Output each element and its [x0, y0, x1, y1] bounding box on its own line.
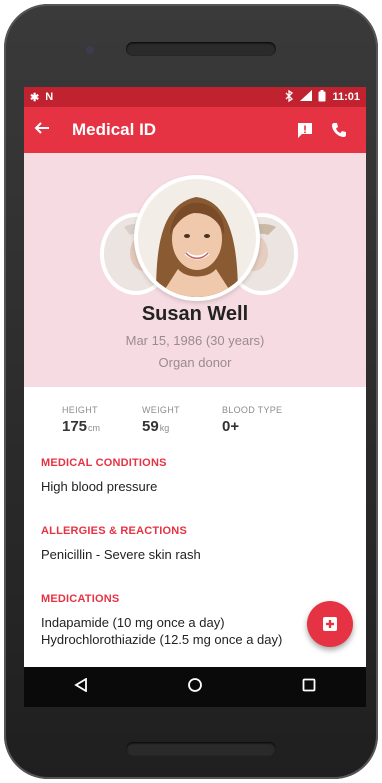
vital-stats: HEIGHT 175cm WEIGHT 59kg BLOOD TYPE 0+ [24, 387, 366, 435]
profile-header: Susan Well Mar 15, 1986 (30 years) Organ… [24, 153, 366, 387]
message-alert-icon [298, 123, 312, 138]
status-time: 11:01 [332, 91, 360, 103]
bluetooth-icon [285, 89, 294, 105]
front-camera [86, 46, 94, 54]
donor-status: Organ donor [158, 355, 232, 370]
height-unit: cm [88, 423, 101, 433]
back-arrow-icon[interactable] [34, 119, 66, 142]
nav-recents-button[interactable] [302, 678, 316, 697]
top-speaker [126, 42, 276, 56]
weight-value: 59 [142, 418, 159, 435]
app-bar: Medical ID [24, 107, 366, 153]
section-title: MEDICATIONS [41, 593, 120, 605]
weight-stat: WEIGHT 59kg [142, 405, 222, 435]
allergies-section: ALLERGIES & REACTIONS Penicillin - Sever… [24, 525, 366, 563]
page-title: Medical ID [72, 120, 157, 139]
status-bar: ✱ N 11:01 [24, 87, 366, 107]
system-nav-bar [24, 667, 366, 707]
phone-icon [332, 123, 346, 137]
battery-icon [318, 89, 326, 105]
patient-name: Susan Well [141, 303, 249, 325]
edit-medical-id-fab[interactable] [307, 601, 353, 647]
asterisk-icon: ✱ [30, 91, 40, 104]
nav-home-button[interactable] [187, 677, 203, 698]
height-label: HEIGHT [62, 405, 98, 415]
message-alert-button[interactable] [288, 115, 322, 145]
section-title: MEDICAL CONDITIONS [41, 457, 167, 469]
weight-unit: kg [159, 423, 170, 433]
medical-conditions-section: MEDICAL CONDITIONS High blood pressure [24, 457, 366, 495]
call-button[interactable] [322, 115, 356, 145]
medical-badge-icon [323, 617, 337, 631]
section-title: ALLERGIES & REACTIONS [41, 525, 187, 537]
n-notification-icon: N [45, 91, 54, 103]
nav-back-button[interactable] [73, 676, 88, 697]
date-of-birth: Mar 15, 1986 (30 years) [125, 333, 265, 348]
bottom-speaker [126, 742, 276, 756]
conditions-text: High blood pressure [41, 479, 158, 494]
weight-label: WEIGHT [142, 405, 180, 415]
height-value: 175 [62, 418, 88, 435]
blood-type-value: 0+ [222, 418, 240, 435]
recents-square-icon [302, 678, 316, 691]
signal-icon [300, 90, 313, 104]
height-stat: HEIGHT 175cm [62, 405, 142, 435]
back-triangle-icon [73, 676, 87, 693]
home-circle-icon [188, 677, 202, 692]
avatar[interactable] [134, 175, 260, 301]
allergies-text: Penicillin - Severe skin rash [41, 547, 201, 562]
blood-type-label: BLOOD TYPE [222, 405, 283, 415]
screen: ✱ N 11:01 Medical ID Susan Well Mar 15, … [24, 87, 366, 707]
blood-type-stat: BLOOD TYPE 0+ [222, 405, 302, 435]
